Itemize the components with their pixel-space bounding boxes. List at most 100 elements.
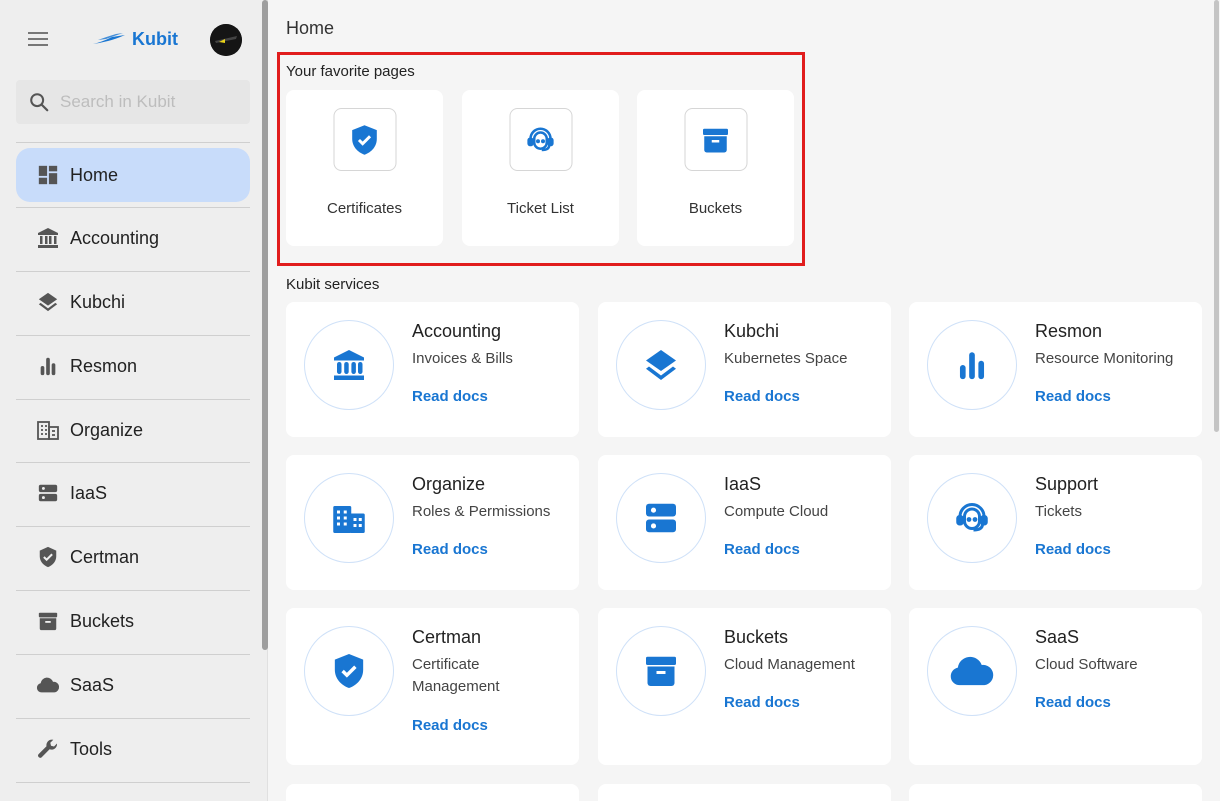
service-card[interactable] [286, 784, 579, 801]
sidebar-item-label: Organize [70, 419, 144, 440]
sidebar-item-label: Accounting [70, 227, 160, 248]
service-name: Certman [412, 627, 482, 647]
dashboard-icon [36, 163, 60, 187]
service-card-accounting[interactable]: Accounting Invoices & Bills Read docs [286, 302, 579, 437]
wrench-icon [36, 737, 60, 761]
read-docs-link[interactable]: Read docs [1035, 694, 1111, 711]
sidebar-item-iaas[interactable]: IaaS [16, 466, 250, 520]
service-name: Kubchi [724, 321, 780, 341]
divider [16, 399, 250, 400]
kubit-logo-icon [93, 33, 125, 44]
search-icon [30, 93, 49, 112]
read-docs-link[interactable]: Read docs [412, 541, 488, 558]
read-docs-link[interactable]: Read docs [724, 541, 800, 558]
sidebar-item-label: Resmon [70, 355, 138, 376]
service-description: Kubernetes Space [724, 350, 848, 367]
search-box[interactable] [16, 80, 250, 124]
services-title: Kubit services [286, 276, 380, 293]
divider [16, 526, 250, 527]
sidebar-item-label: Buckets [70, 610, 135, 631]
service-name: IaaS [724, 474, 762, 494]
read-docs-link[interactable]: Read docs [1035, 541, 1111, 558]
divider [16, 142, 250, 143]
read-docs-link[interactable]: Read docs [1035, 388, 1111, 405]
shield-check-icon [304, 626, 394, 716]
service-description: Cloud Software [1035, 656, 1138, 673]
sidebar-item-buckets[interactable]: Buckets [16, 594, 250, 648]
sidebar-item-accounting[interactable]: Accounting [16, 211, 250, 265]
service-name: Buckets [724, 627, 789, 647]
avatar-image-icon [210, 24, 242, 56]
service-card-iaas[interactable]: IaaS Compute Cloud Read docs [598, 455, 891, 590]
service-description: Cloud Management [724, 656, 855, 673]
sidebar-item-kubchi[interactable]: Kubchi [16, 275, 250, 329]
divider [16, 207, 250, 208]
logo[interactable]: Kubit [92, 26, 178, 52]
menu-icon[interactable] [28, 32, 48, 46]
favorite-card-ticket-list[interactable]: Ticket List [462, 90, 619, 246]
sidebar-item-resmon[interactable]: Resmon [16, 339, 250, 393]
sidebar: Kubit Home Accounting Kubchi [0, 0, 268, 801]
page-title: Home [286, 18, 335, 38]
sidebar-item-label: Tools [70, 738, 113, 759]
service-card-support[interactable]: Support Tickets Read docs [909, 455, 1202, 590]
bank-icon [36, 226, 60, 250]
service-description: Roles & Permissions [412, 503, 551, 520]
service-card[interactable] [909, 784, 1202, 801]
building-icon [36, 418, 60, 442]
layers-icon [616, 320, 706, 410]
building-icon [304, 473, 394, 563]
search-input[interactable] [60, 92, 240, 112]
service-card-certman[interactable]: Certman Certificate Management Read docs [286, 608, 579, 765]
support-agent-icon [927, 473, 1017, 563]
service-name: SaaS [1035, 627, 1080, 647]
service-description: Resource Monitoring [1035, 350, 1174, 367]
sidebar-item-tools[interactable]: Tools [16, 722, 250, 776]
shield-check-icon [36, 545, 60, 569]
favorite-card-buckets[interactable]: Buckets [637, 90, 794, 246]
sidebar-item-organize[interactable]: Organize [16, 403, 250, 457]
service-name: Resmon [1035, 321, 1103, 341]
divider [16, 654, 250, 655]
sidebar-item-certman[interactable]: Certman [16, 530, 250, 584]
support-agent-icon [509, 108, 572, 171]
service-description: Compute Cloud [724, 503, 829, 520]
read-docs-link[interactable]: Read docs [724, 694, 800, 711]
service-card-buckets[interactable]: Buckets Cloud Management Read docs [598, 608, 891, 765]
divider [16, 271, 250, 272]
service-card-saas[interactable]: SaaS Cloud Software Read docs [909, 608, 1202, 765]
read-docs-link[interactable]: Read docs [724, 388, 800, 405]
favorite-card-certificates[interactable]: Certificates [286, 90, 443, 246]
divider [16, 462, 250, 463]
server-icon [36, 481, 60, 505]
service-description: Tickets [1035, 503, 1082, 520]
main-scrollbar[interactable] [1214, 0, 1219, 432]
read-docs-link[interactable]: Read docs [412, 717, 488, 734]
favorite-label: Ticket List [507, 200, 574, 217]
divider [16, 782, 250, 783]
read-docs-link[interactable]: Read docs [412, 388, 488, 405]
divider [16, 335, 250, 336]
avatar[interactable] [210, 24, 242, 56]
sidebar-item-saas[interactable]: SaaS [16, 658, 250, 712]
sidebar-item-label: SaaS [70, 674, 115, 695]
divider [16, 718, 250, 719]
cloud-icon [927, 626, 1017, 716]
favorite-label: Certificates [326, 200, 403, 217]
sidebar-item-label: IaaS [70, 482, 108, 503]
service-name: Accounting [412, 321, 502, 341]
service-description: Invoices & Bills [412, 350, 513, 367]
sidebar-item-home[interactable]: Home [16, 148, 250, 202]
archive-box-icon [684, 108, 747, 171]
bar-chart-icon [927, 320, 1017, 410]
shield-check-icon [333, 108, 396, 171]
bank-icon [304, 320, 394, 410]
service-card-organize[interactable]: Organize Roles & Permissions Read docs [286, 455, 579, 590]
sidebar-item-label: Certman [70, 546, 140, 567]
service-card[interactable] [598, 784, 891, 801]
service-card-resmon[interactable]: Resmon Resource Monitoring Read docs [909, 302, 1202, 437]
cloud-icon [36, 673, 60, 697]
bar-chart-icon [36, 354, 60, 378]
service-card-kubchi[interactable]: Kubchi Kubernetes Space Read docs [598, 302, 891, 437]
service-description: Certificate Management [412, 656, 500, 695]
